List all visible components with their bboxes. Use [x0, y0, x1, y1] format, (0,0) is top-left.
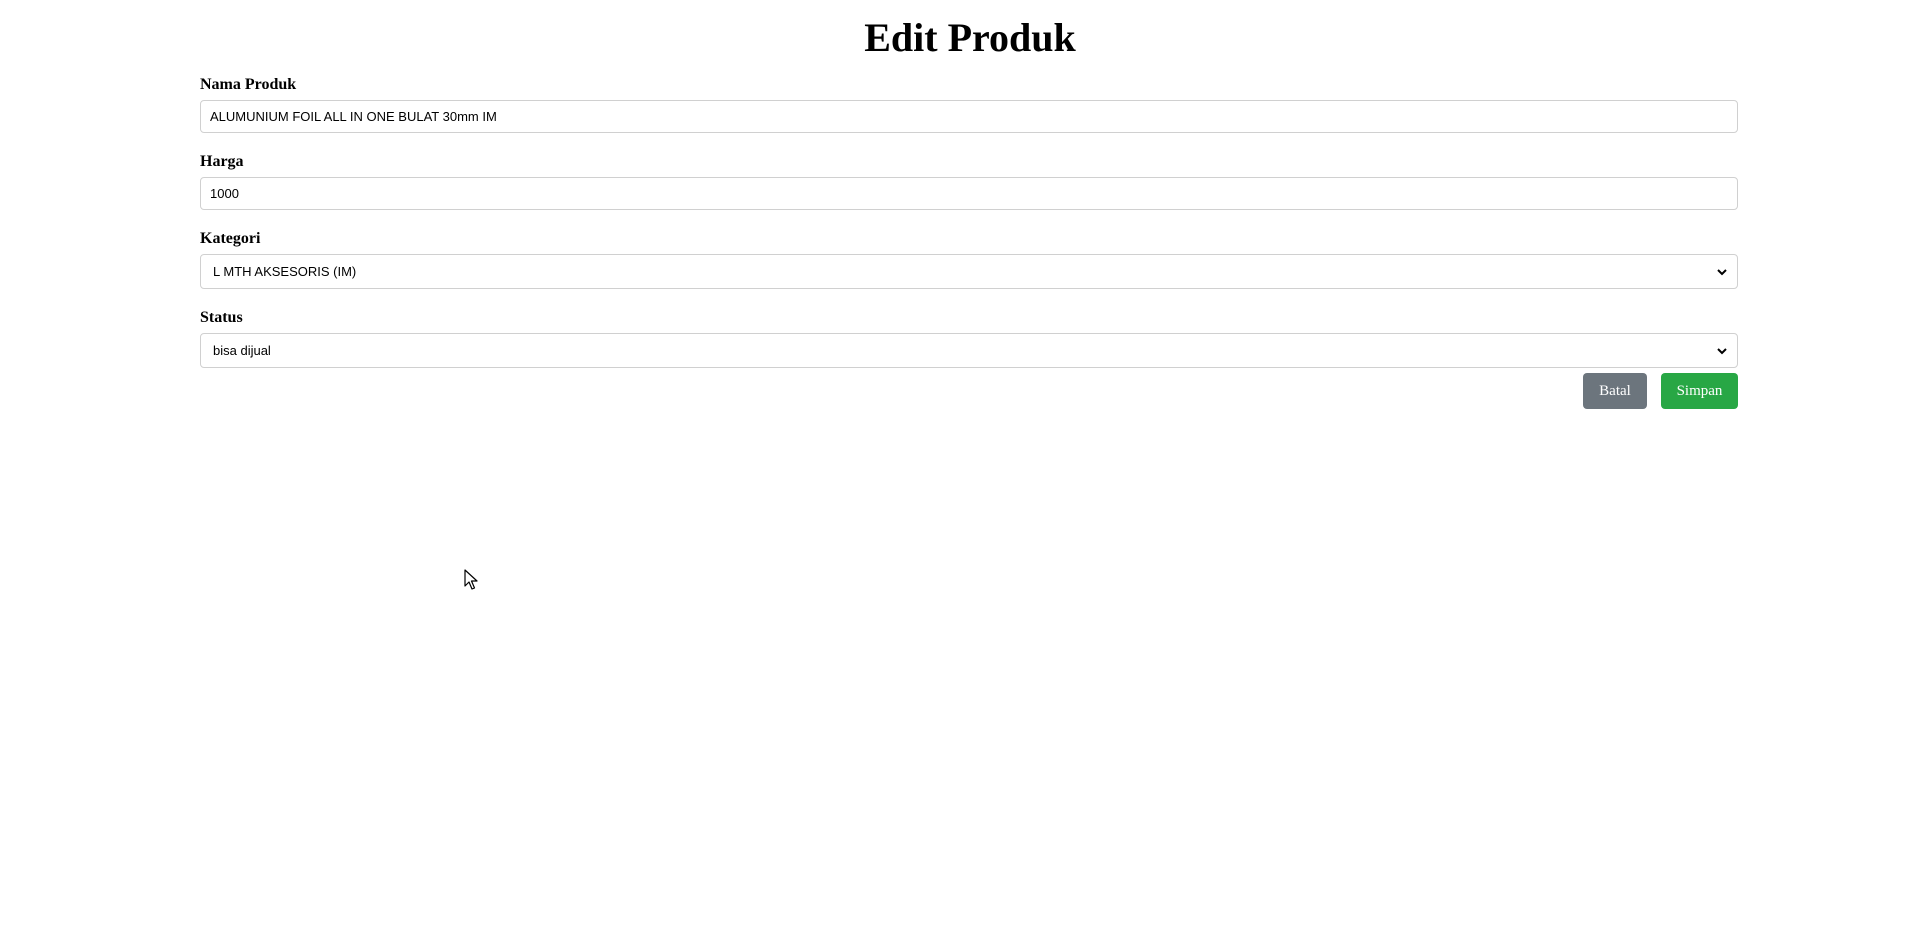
form-actions: Batal Simpan	[1583, 373, 1738, 409]
harga-input[interactable]	[200, 177, 1738, 210]
kategori-selected-value: L MTH AKSESORIS (IM)	[213, 264, 357, 279]
kategori-field: Kategori L MTH AKSESORIS (IM)	[200, 230, 1738, 289]
status-field: Status bisa dijual	[200, 309, 1738, 368]
edit-product-form: Nama Produk Harga Kategori L MTH AKSESOR…	[200, 76, 1738, 409]
chevron-down-icon	[1717, 269, 1727, 276]
edit-product-page: Edit Produk Nama Produk Harga Kategori L…	[0, 0, 1920, 943]
page-title: Edit Produk	[864, 15, 1076, 60]
harga-label: Harga	[200, 153, 244, 170]
status-selected-value: bisa dijual	[213, 343, 271, 358]
cancel-button[interactable]: Batal	[1583, 373, 1647, 409]
harga-field: Harga	[200, 153, 1738, 210]
kategori-label: Kategori	[200, 230, 261, 247]
kategori-select[interactable]: L MTH AKSESORIS (IM)	[200, 254, 1738, 289]
nama-produk-input[interactable]	[200, 100, 1738, 133]
save-button[interactable]: Simpan	[1661, 373, 1738, 409]
status-label: Status	[200, 309, 243, 326]
nama-produk-field: Nama Produk	[200, 76, 1738, 133]
status-select[interactable]: bisa dijual	[200, 333, 1738, 368]
mouse-pointer-icon	[464, 569, 478, 590]
chevron-down-icon	[1717, 348, 1727, 355]
nama-produk-label: Nama Produk	[200, 76, 297, 93]
